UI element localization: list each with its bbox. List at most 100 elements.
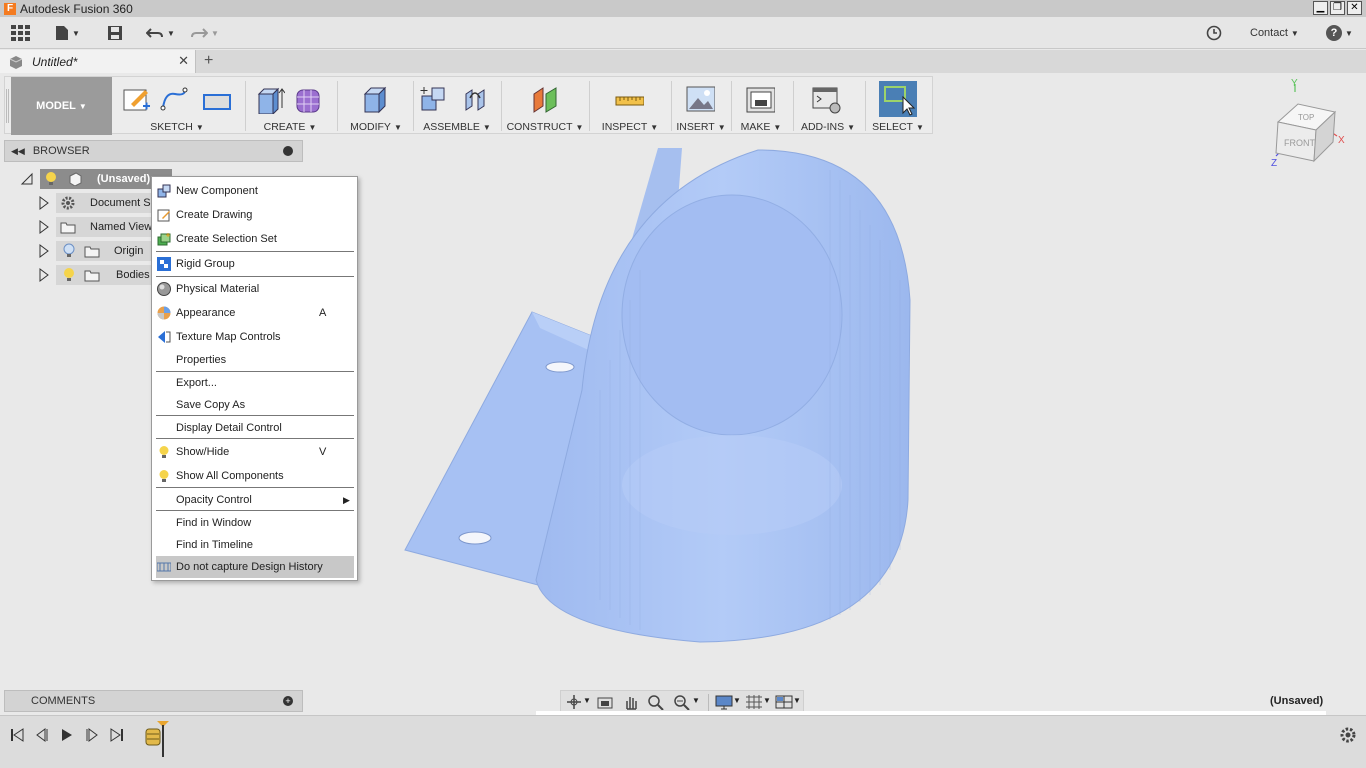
zoom-icon[interactable] [647, 694, 665, 710]
lightbulb-off-icon[interactable] [62, 243, 76, 259]
menu-item-create-drawing[interactable]: Create Drawing [156, 204, 354, 226]
menu-item-find-in-timeline[interactable]: Find in Timeline [156, 534, 354, 556]
model-body[interactable] [360, 140, 960, 660]
expand-arrow-icon[interactable] [38, 244, 50, 258]
browser-panel-header[interactable]: ◀◀ BROWSER [4, 140, 303, 162]
modify-label: MODIFY [350, 121, 391, 133]
menu-item-create-selection-set[interactable]: Create Selection Set [156, 228, 354, 250]
rigid-group-icon [157, 257, 171, 271]
menu-item-properties[interactable]: Properties [156, 349, 354, 371]
job-status-button[interactable] [1206, 23, 1222, 43]
step-back-icon[interactable] [34, 727, 50, 743]
menu-item-new-component[interactable]: New Component [156, 180, 354, 202]
menu-item-show-all-components[interactable]: Show All Components [156, 465, 354, 487]
go-to-end-icon[interactable] [109, 727, 125, 743]
menu-item-do-not-capture-design-history[interactable]: Do not capture Design History [156, 556, 354, 578]
line-icon [160, 87, 188, 111]
lightbulb-icon[interactable] [62, 267, 76, 283]
ribbon-grip[interactable] [6, 89, 9, 123]
folder-icon [84, 270, 100, 282]
3d-model-viewport[interactable] [360, 140, 960, 660]
comments-title: COMMENTS [31, 695, 96, 707]
viewcube[interactable]: Y X Z TOP FRONT [1262, 78, 1354, 170]
contact-menu[interactable]: Contact ▼ [1250, 23, 1299, 43]
viewports-icon[interactable] [775, 694, 793, 710]
construct-group[interactable]: CONSTRUCT ▼ [504, 77, 586, 135]
help-menu[interactable]: ? ▼ [1326, 23, 1353, 43]
add-ins-label: ADD-INS [800, 121, 845, 133]
new-tab-button[interactable]: + [204, 52, 213, 70]
select-group[interactable]: SELECT ▼ [867, 77, 929, 135]
undo-button[interactable]: ▼ [146, 23, 175, 43]
menu-item-export[interactable]: Export... [156, 372, 354, 394]
save-button[interactable] [107, 23, 123, 43]
expand-arrow-icon[interactable] [38, 268, 50, 282]
display-settings-icon[interactable] [715, 694, 733, 710]
insert-group[interactable]: INSERT ▼ [673, 77, 729, 135]
browser-pin-icon[interactable] [283, 146, 293, 156]
workspace-switcher[interactable]: MODEL ▼ [11, 77, 112, 135]
grid-snaps-icon[interactable] [745, 694, 763, 710]
zoom-dropdown-icon[interactable]: ▼ [692, 696, 700, 705]
expand-collapse-icon[interactable] [20, 172, 34, 186]
browser-node-bodies[interactable]: Bodies [38, 265, 158, 285]
clock-icon [1206, 25, 1222, 41]
menu-item-texture-map-controls[interactable]: Texture Map Controls [156, 326, 354, 348]
browser-title: BROWSER [32, 145, 90, 157]
add-comment-icon[interactable]: + [283, 696, 293, 706]
expand-arrow-icon[interactable] [38, 196, 50, 210]
workspace-label: MODEL [36, 100, 76, 112]
tab-untitled[interactable]: Untitled* ✕ [0, 50, 196, 73]
play-icon[interactable] [59, 727, 75, 743]
browser-node-named-views[interactable]: Named View [38, 217, 158, 237]
create-group[interactable]: CREATE ▼ [249, 77, 331, 135]
ribbon-separator [793, 81, 794, 131]
comments-panel-header[interactable]: COMMENTS + [4, 690, 303, 712]
make-group[interactable]: MAKE ▼ [733, 77, 789, 135]
menu-item-show-hide[interactable]: Show/Hide V [156, 441, 354, 463]
assemble-group[interactable]: ASSEMBLE ▼ [416, 77, 498, 135]
grid-dropdown-icon[interactable]: ▼ [763, 696, 771, 705]
redo-button[interactable]: ▼ [190, 23, 219, 43]
menu-item-display-detail-control[interactable]: Display Detail Control [156, 417, 354, 439]
create-sketch-icon [123, 89, 150, 111]
lightbulb-icon[interactable] [44, 171, 58, 187]
viewports-dropdown-icon[interactable]: ▼ [793, 696, 801, 705]
expand-arrow-icon[interactable] [38, 220, 50, 234]
menu-item-physical-material[interactable]: Physical Material [156, 278, 354, 300]
timeline-settings-gear-icon[interactable] [1339, 726, 1357, 744]
go-to-start-icon[interactable] [9, 727, 25, 743]
orbit-dropdown-icon[interactable]: ▼ [583, 696, 591, 705]
timeline-marker-icon[interactable] [144, 721, 174, 757]
menu-separator [156, 276, 354, 277]
select-icon-bg [879, 81, 917, 117]
minimize-button[interactable]: ▁ [1313, 1, 1328, 15]
fit-icon[interactable] [673, 694, 691, 710]
look-at-icon[interactable] [596, 694, 614, 710]
tab-close-button[interactable]: ✕ [178, 53, 189, 69]
menu-item-appearance[interactable]: Appearance A [156, 302, 354, 324]
menu-item-find-in-window[interactable]: Find in Window [156, 512, 354, 534]
lightbulb-icon [159, 446, 169, 458]
ribbon-separator [337, 81, 338, 131]
browser-node-document-settings[interactable]: Document Se [38, 193, 158, 213]
timeline-bar [0, 715, 1366, 768]
inspect-group[interactable]: INSPECT ▼ [592, 77, 668, 135]
file-menu-button[interactable]: ▼ [55, 23, 80, 43]
collapse-browser-icon[interactable]: ◀◀ [11, 146, 25, 157]
browser-node-origin[interactable]: Origin [38, 241, 158, 261]
add-ins-group[interactable]: ADD-INS ▼ [795, 77, 861, 135]
menu-item-rigid-group[interactable]: Rigid Group [156, 253, 354, 275]
close-window-button[interactable]: ✕ [1347, 1, 1362, 15]
orbit-icon[interactable] [565, 694, 583, 710]
menu-item-opacity-control[interactable]: Opacity Control ▶ [156, 489, 354, 511]
modify-group[interactable]: MODIFY ▼ [341, 77, 411, 135]
step-forward-icon[interactable] [84, 727, 100, 743]
data-panel-grid-icon[interactable] [10, 23, 30, 43]
menu-item-save-copy-as[interactable]: Save Copy As [156, 394, 354, 416]
pan-hand-icon[interactable] [622, 694, 640, 710]
restore-button[interactable]: ❐ [1330, 1, 1345, 15]
select-icon [884, 86, 916, 116]
display-dropdown-icon[interactable]: ▼ [733, 696, 741, 705]
sketch-group[interactable]: SKETCH ▼ [115, 77, 239, 135]
